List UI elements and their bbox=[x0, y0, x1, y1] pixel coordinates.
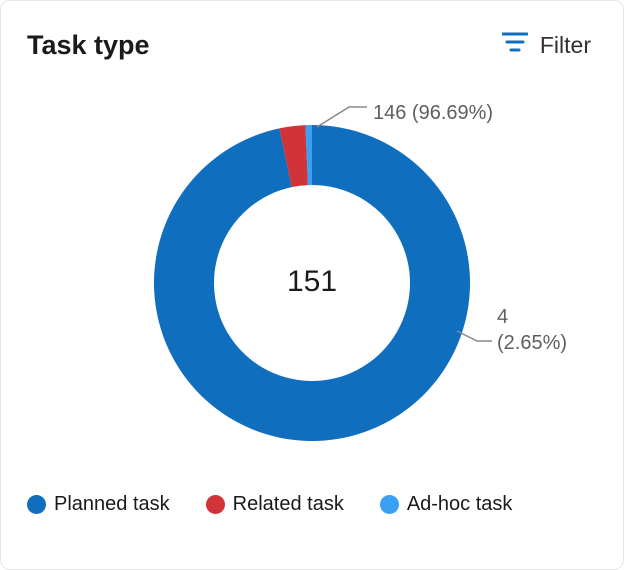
legend-item-related[interactable]: Related task bbox=[206, 493, 344, 516]
donut-chart: 151 146 (96.69%) 4 (2.65%) bbox=[27, 65, 597, 485]
callout-related-value: 4 bbox=[497, 304, 567, 330]
card-title: Task type bbox=[27, 30, 150, 61]
legend: Planned task Related task Ad-hoc task bbox=[27, 493, 597, 516]
callout-related: 4 (2.65%) bbox=[497, 304, 567, 356]
legend-label-planned: Planned task bbox=[54, 493, 170, 516]
filter-button-label: Filter bbox=[540, 32, 591, 59]
legend-swatch-adhoc bbox=[380, 495, 399, 514]
card-header: Task type Filter bbox=[27, 25, 597, 65]
legend-item-planned[interactable]: Planned task bbox=[27, 493, 170, 516]
filter-button[interactable]: Filter bbox=[496, 27, 597, 63]
callout-planned: 146 (96.69%) bbox=[373, 100, 493, 126]
legend-swatch-planned bbox=[27, 495, 46, 514]
donut-center-total: 151 bbox=[252, 265, 372, 299]
legend-label-adhoc: Ad-hoc task bbox=[407, 493, 513, 516]
legend-item-adhoc[interactable]: Ad-hoc task bbox=[380, 493, 513, 516]
legend-swatch-related bbox=[206, 495, 225, 514]
legend-label-related: Related task bbox=[233, 493, 344, 516]
filter-icon bbox=[502, 31, 528, 59]
task-type-card: Task type Filter 151 146 (96.69%) 4 (2.6… bbox=[0, 0, 624, 570]
callout-related-percent: (2.65%) bbox=[497, 330, 567, 356]
